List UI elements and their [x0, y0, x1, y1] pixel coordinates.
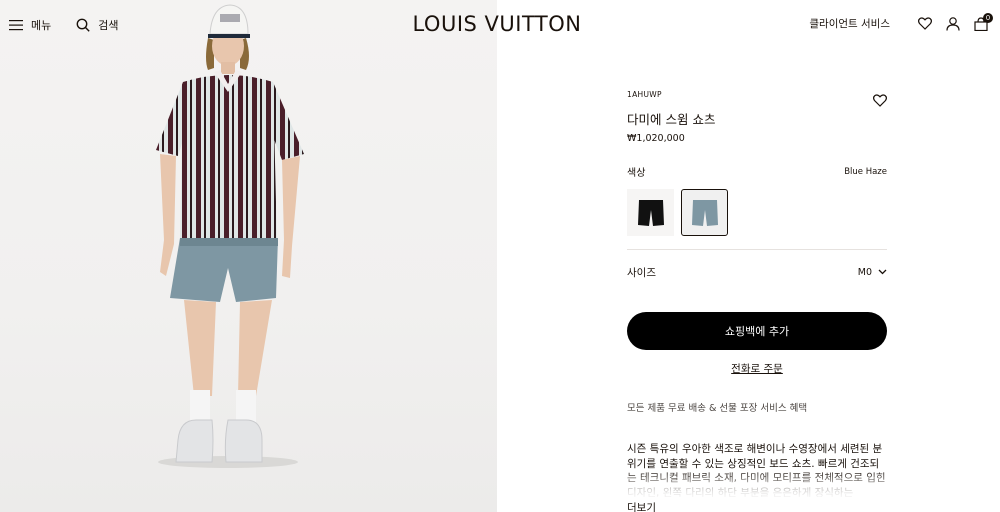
color-swatches: [627, 189, 887, 236]
product-info-panel: 1AHUWP 다미에 스윔 쇼츠 ₩1,020,000 색상 Blue Haze…: [627, 90, 887, 414]
read-more-link[interactable]: 더보기: [627, 500, 656, 512]
menu-label: 메뉴: [31, 19, 52, 32]
model-illustration: [156, 4, 304, 468]
wishlist-button[interactable]: [918, 17, 932, 30]
product-name: 다미에 스윔 쇼츠: [627, 112, 716, 127]
product-image: [0, 0, 497, 512]
product-wishlist-button[interactable]: [873, 92, 887, 111]
description-fade: [627, 470, 889, 500]
color-row: 색상 Blue Haze: [627, 164, 887, 180]
bag-count-badge: 0: [983, 12, 993, 23]
size-label: 사이즈: [627, 266, 656, 279]
client-service-link[interactable]: 클라이언트 서비스: [809, 16, 890, 31]
menu-button[interactable]: 메뉴: [9, 17, 51, 33]
heart-icon: [873, 94, 887, 107]
shopping-bag-button[interactable]: 0: [974, 12, 993, 31]
size-value: M0: [857, 266, 872, 278]
product-sku: 1AHUWP: [627, 90, 662, 99]
search-icon: [76, 18, 90, 32]
hamburger-icon: [9, 20, 23, 31]
benefits-text: 모든 제품 무료 배송 & 선물 포장 서비스 혜택: [627, 403, 808, 414]
brand-logo[interactable]: LOUIS VUITTON: [404, 12, 590, 36]
account-button[interactable]: [946, 16, 960, 31]
color-value: Blue Haze: [844, 166, 887, 177]
user-icon: [946, 16, 960, 31]
phone-order-link[interactable]: 전화로 주문: [627, 361, 887, 376]
heart-icon: [918, 17, 932, 30]
size-selector[interactable]: 사이즈 M0: [627, 250, 887, 294]
product-price: ₩1,020,000: [627, 133, 685, 144]
search-button[interactable]: 검색: [76, 17, 119, 33]
black-shorts-thumbnail: [637, 199, 664, 226]
color-label: 색상: [627, 168, 646, 179]
swatch-black[interactable]: [627, 189, 674, 236]
site-header: 메뉴 검색 LOUIS VUITTON 클라이언트 서비스 0: [0, 0, 1000, 50]
swatch-blue-haze[interactable]: [681, 189, 728, 236]
blue-shorts-thumbnail: [691, 199, 718, 226]
search-label: 검색: [98, 19, 119, 32]
add-to-bag-button[interactable]: 쇼핑백에 추가: [627, 312, 887, 350]
chevron-down-icon: [878, 269, 887, 275]
